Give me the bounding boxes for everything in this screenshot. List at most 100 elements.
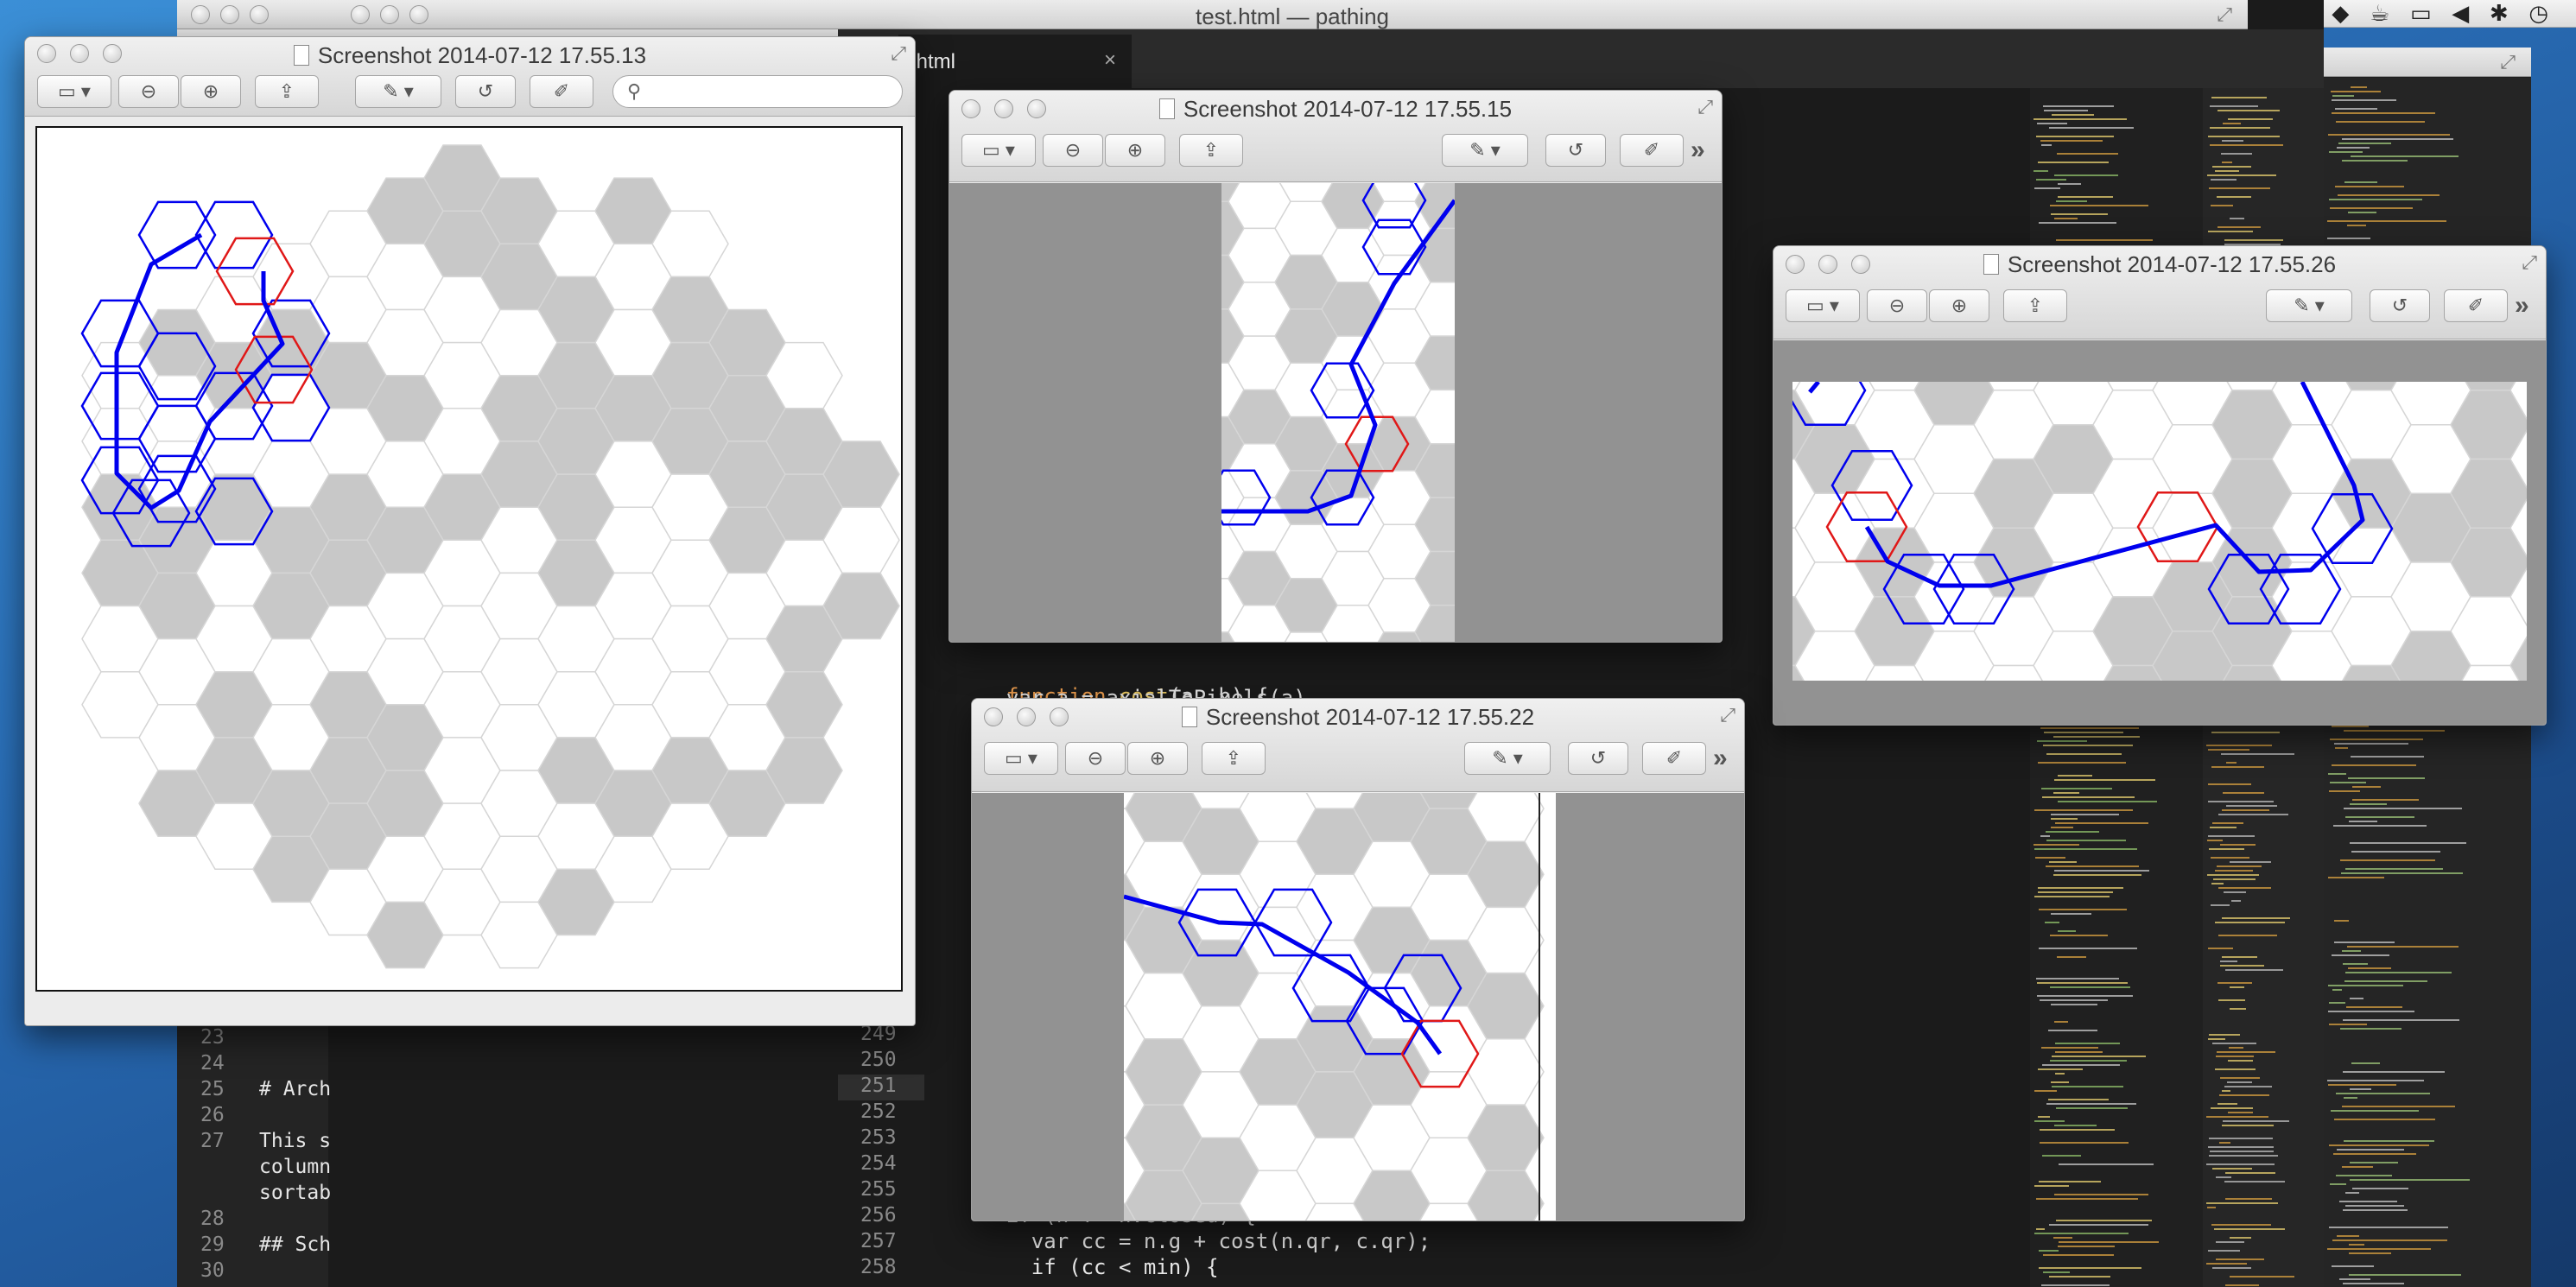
battery-icon[interactable]: ▭ xyxy=(2410,1,2432,27)
dropbox-icon[interactable]: ◆ xyxy=(2332,1,2349,27)
markup-button[interactable]: ✎ ▾ xyxy=(1464,742,1551,775)
fullscreen-icon[interactable]: ⤢ xyxy=(2217,3,2232,26)
minimap-line xyxy=(2217,196,2251,198)
rotate-button[interactable]: ↺ xyxy=(455,75,516,108)
minimap-line xyxy=(2046,865,2139,867)
minimap-line xyxy=(2034,809,2133,811)
minimap-line xyxy=(2221,153,2252,155)
edit-button[interactable]: ✐ xyxy=(2444,289,2508,322)
minimap-line xyxy=(2038,891,2113,893)
zoom-out-button[interactable]: ⊖ xyxy=(1043,134,1103,167)
overflow-chevron-icon[interactable]: » xyxy=(1691,136,1705,165)
rotate-button[interactable]: ↺ xyxy=(1545,134,1606,167)
minimap-line xyxy=(2215,922,2285,923)
minimap-line xyxy=(2351,756,2424,758)
minimap-line xyxy=(2345,1205,2404,1207)
minimap-line xyxy=(2216,1176,2231,1178)
fullscreen-icon[interactable]: ⤢ xyxy=(1720,704,1735,726)
minimap-line xyxy=(2034,848,2137,850)
close-icon[interactable] xyxy=(191,5,210,24)
minimap-line xyxy=(2208,1146,2274,1148)
minimap-line xyxy=(2332,989,2342,991)
fullscreen-icon[interactable]: ⤢ xyxy=(891,42,906,65)
markup-button[interactable]: ✎ ▾ xyxy=(355,75,441,108)
minimap-line xyxy=(2034,118,2127,120)
minimap-line xyxy=(2053,1237,2072,1239)
volume-icon[interactable]: ◀ xyxy=(2452,1,2469,27)
edit-button[interactable]: ✐ xyxy=(1642,742,1706,775)
overflow-chevron-icon[interactable]: » xyxy=(2515,291,2529,320)
minimap-line xyxy=(2328,1011,2414,1012)
search-input[interactable]: ⚲ xyxy=(612,75,903,108)
zoom-icon[interactable] xyxy=(250,5,269,24)
minimap-line xyxy=(2212,166,2251,168)
minimize-icon[interactable] xyxy=(220,5,239,24)
sidebar-toggle-button[interactable]: ▭ ▾ xyxy=(961,134,1036,167)
coffee-icon[interactable]: ☕ xyxy=(2370,1,2389,27)
minimap-line xyxy=(2036,1228,2045,1230)
editor-right-titlebar: ⤢ xyxy=(2324,48,2531,77)
preview-2-content xyxy=(949,183,1722,642)
rotate-button[interactable]: ↺ xyxy=(2370,289,2430,322)
zoom-in-button[interactable]: ⊕ xyxy=(1127,742,1188,775)
share-button[interactable]: ⇪ xyxy=(1202,742,1266,775)
minimap-line xyxy=(2210,105,2258,107)
minimap-line xyxy=(2343,1209,2408,1211)
minimap-line xyxy=(2036,179,2066,181)
zoom-in-button[interactable]: ⊕ xyxy=(181,75,241,108)
tab-close-icon[interactable]: × xyxy=(1104,48,1116,73)
minimap-line xyxy=(2034,170,2048,172)
clock-icon[interactable]: ◷ xyxy=(2528,1,2548,27)
overflow-chevron-icon[interactable]: » xyxy=(1713,744,1728,773)
minimap-line xyxy=(2213,878,2256,880)
line-number: 251 xyxy=(860,1075,897,1097)
window-title: Screenshot 2014-07-12 17.55.15 xyxy=(1183,96,1513,122)
edit-button[interactable]: ✐ xyxy=(530,75,593,108)
minimap-line xyxy=(2211,179,2237,181)
markup-button[interactable]: ✎ ▾ xyxy=(2266,289,2352,322)
fullscreen-icon[interactable]: ⤢ xyxy=(2522,251,2537,274)
image-canvas xyxy=(1792,382,2527,681)
minimap-line xyxy=(2037,995,2133,997)
preview-window-4[interactable]: Screenshot 2014-07-12 17.55.22 ⤢ ▭ ▾ ⊖ ⊕… xyxy=(971,698,1745,1221)
minimap-line xyxy=(2209,1034,2240,1036)
minimap-line xyxy=(2219,1094,2269,1096)
tab-test-html[interactable]: .html × xyxy=(898,35,1132,88)
zoom-out-button[interactable]: ⊖ xyxy=(1867,289,1927,322)
preview-window-3[interactable]: Screenshot 2014-07-12 17.55.26 ⤢ ▭ ▾ ⊖ ⊕… xyxy=(1773,245,2547,726)
minimap-line xyxy=(2208,801,2274,802)
sidebar-toggle-button[interactable]: ▭ ▾ xyxy=(984,742,1058,775)
minimap-line xyxy=(2343,1071,2445,1073)
zoom-in-button[interactable]: ⊕ xyxy=(1929,289,1989,322)
minimap-line xyxy=(2039,1267,2141,1269)
markup-button[interactable]: ✎ ▾ xyxy=(1442,134,1528,167)
preview-window-2[interactable]: Screenshot 2014-07-12 17.55.15 ⤢ ▭ ▾ ⊖ ⊕… xyxy=(949,90,1723,643)
minimap-line xyxy=(2340,859,2435,861)
minimap-line xyxy=(2335,747,2348,749)
fullscreen-icon[interactable]: ⤢ xyxy=(1697,96,1713,118)
window-title: Screenshot 2014-07-12 17.55.13 xyxy=(317,42,647,68)
zoom-out-button[interactable]: ⊖ xyxy=(118,75,179,108)
edit-button[interactable]: ✐ xyxy=(1620,134,1684,167)
minimap-line xyxy=(2332,726,2369,727)
line-number: 29 xyxy=(200,1233,225,1256)
line-number: 24 xyxy=(200,1052,225,1075)
fullscreen-icon[interactable]: ⤢ xyxy=(2500,51,2516,73)
minimap-line xyxy=(2041,1284,2110,1286)
preview-window-1[interactable]: Screenshot 2014-07-12 17.55.13 ⤢ ▭ ▾ ⊖ ⊕… xyxy=(24,36,916,1026)
sidebar-toggle-button[interactable]: ▭ ▾ xyxy=(1786,289,1860,322)
share-button[interactable]: ⇪ xyxy=(255,75,319,108)
minimap-line xyxy=(2342,160,2408,162)
minimap-line xyxy=(2041,788,2112,789)
minimap-line xyxy=(2221,753,2294,755)
minimap-line xyxy=(2051,1081,2069,1083)
minimap-line xyxy=(2328,877,2384,878)
sidebar-toggle-button[interactable]: ▭ ▾ xyxy=(37,75,111,108)
rotate-button[interactable]: ↺ xyxy=(1568,742,1628,775)
zoom-out-button[interactable]: ⊖ xyxy=(1065,742,1126,775)
minimap-line xyxy=(2348,212,2376,213)
zoom-in-button[interactable]: ⊕ xyxy=(1105,134,1165,167)
share-button[interactable]: ⇪ xyxy=(2003,289,2067,322)
share-button[interactable]: ⇪ xyxy=(1179,134,1243,167)
bluetooth-icon[interactable]: ✱ xyxy=(2490,1,2509,27)
